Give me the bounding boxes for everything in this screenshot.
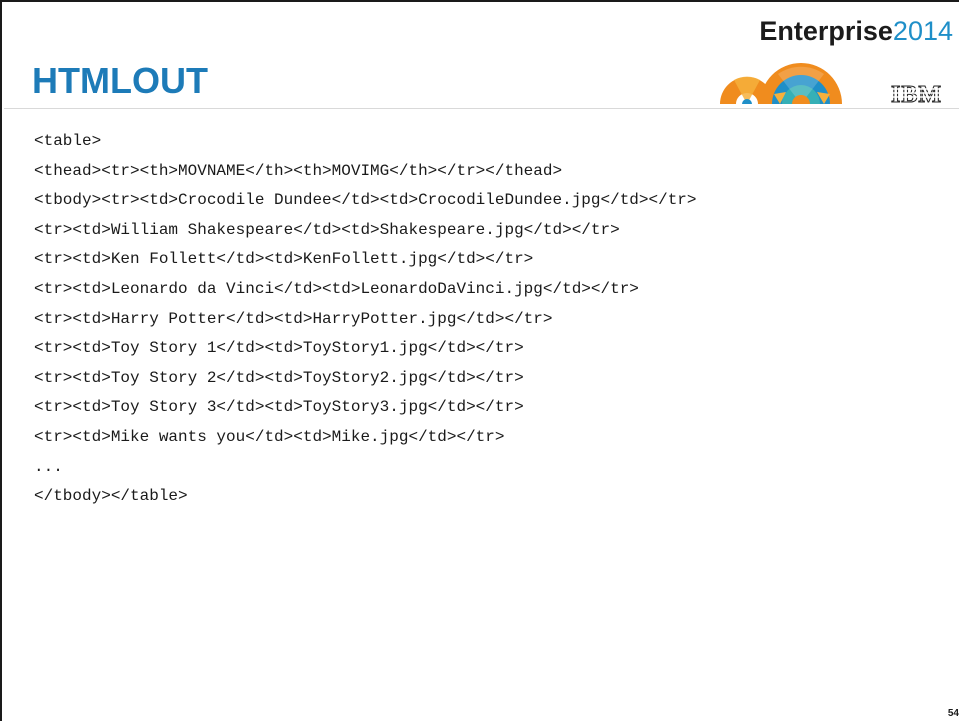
code-line: <tr><td>Leonardo da Vinci</td><td>Leonar… (34, 279, 639, 298)
code-line: <tr><td>William Shakespeare</td><td>Shak… (34, 220, 620, 239)
code-line: <tr><td>Harry Potter</td><td>HarryPotter… (34, 309, 553, 328)
code-line: <tr><td>Ken Follett</td><td>KenFollett.j… (34, 250, 534, 269)
code-line: <tbody><tr><td>Crocodile Dundee</td><td>… (34, 191, 697, 210)
wordmark-bold: Enterprise (759, 16, 893, 46)
header-divider (4, 108, 959, 109)
enterprise2014-wordmark: Enterprise2014 (759, 16, 953, 46)
code-line: <thead><tr><th>MOVNAME</th><th>MOVIMG</t… (34, 161, 563, 180)
page-title: HTMLOUT (32, 60, 208, 101)
code-line: <table> (34, 132, 102, 150)
page-number: 54 (947, 708, 959, 719)
wordmark-year: 2014 (892, 16, 953, 46)
svg-text:IBM: IBM (891, 82, 942, 107)
code-line: <tr><td>Toy Story 1</td><td>ToyStory1.jp… (34, 339, 524, 358)
code-line: </tbody></table> (34, 487, 188, 506)
slide: Enterprise2014 HTMLOUT IBM <table> <thea… (0, 0, 959, 721)
code-line: ... (34, 457, 63, 476)
html-code-listing: <table> <thead><tr><th>MOVNAME</th><th>M… (34, 127, 697, 512)
ibm-logo-icon: IBM (889, 81, 951, 107)
code-line: <tr><td>Toy Story 3</td><td>ToyStory3.jp… (34, 398, 524, 417)
code-line: <tr><td>Toy Story 2</td><td>ToyStory2.jp… (34, 368, 524, 387)
code-line: <tr><td>Mike wants you</td><td>Mike.jpg<… (34, 427, 505, 446)
enterprise-arcs-graphic-icon (720, 63, 842, 104)
